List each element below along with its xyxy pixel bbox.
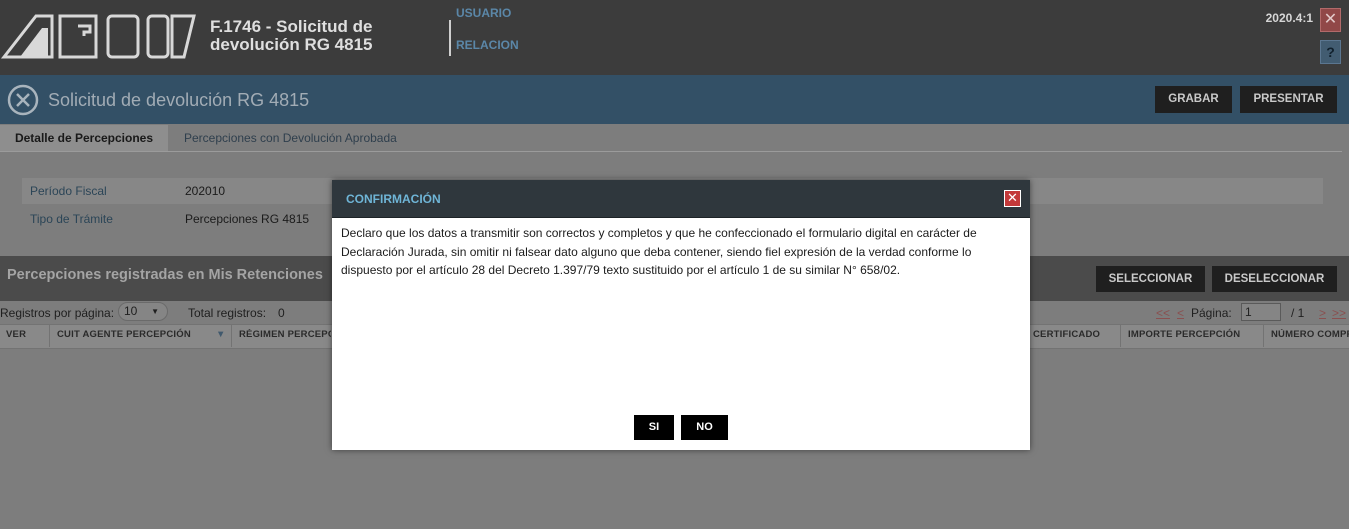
tramite-value: Percepciones RG 4815 bbox=[185, 212, 310, 226]
app-title-line2: devolución RG 4815 bbox=[210, 35, 373, 54]
sort-down-icon[interactable]: ▼ bbox=[216, 329, 226, 340]
total-registros-label: Total registros: bbox=[188, 306, 267, 320]
col-ver[interactable]: VER bbox=[6, 329, 26, 340]
no-button[interactable]: NO bbox=[681, 415, 728, 440]
chevron-down-icon: ▼ bbox=[151, 307, 159, 316]
tab-divider bbox=[0, 151, 1342, 152]
deseleccionar-button[interactable]: DESELECCIONAR bbox=[1212, 266, 1337, 292]
version-label: 2020.4:1 bbox=[1265, 11, 1313, 25]
periodo-label: Período Fiscal bbox=[30, 184, 107, 198]
tab-devolucion-aprobada[interactable]: Percepciones con Devolución Aprobada bbox=[184, 131, 397, 145]
col-numero-comprobante[interactable]: NÚMERO COMPROBANTE bbox=[1271, 329, 1349, 340]
pager-prev[interactable]: < bbox=[1177, 306, 1184, 320]
page-input[interactable]: 1 bbox=[1241, 303, 1281, 321]
pager-first[interactable]: << bbox=[1156, 306, 1170, 320]
dialog-title: CONFIRMACIÓN bbox=[346, 192, 441, 206]
col-cuit-agente[interactable]: CUIT AGENTE PERCEPCIÓN bbox=[57, 329, 191, 340]
header-divider bbox=[449, 20, 451, 56]
grabar-button[interactable]: GRABAR bbox=[1155, 86, 1232, 113]
dialog-message: Declaro que los datos a transmitir son c… bbox=[341, 226, 977, 277]
close-icon[interactable]: ✕ bbox=[1320, 8, 1341, 32]
presentar-button[interactable]: PRESENTAR bbox=[1240, 86, 1337, 113]
registros-select-value: 10 bbox=[124, 304, 138, 318]
pagina-label: Página: bbox=[1191, 306, 1232, 320]
col-certificado[interactable]: CERTIFICADO bbox=[1033, 329, 1100, 340]
close-circle-icon[interactable] bbox=[7, 84, 39, 116]
nav-relacion[interactable]: RELACION bbox=[456, 38, 519, 52]
seleccionar-button[interactable]: SELECCIONAR bbox=[1096, 266, 1205, 292]
page-title: Solicitud de devolución RG 4815 bbox=[48, 90, 310, 110]
afip-logo bbox=[0, 14, 196, 59]
help-icon[interactable]: ? bbox=[1320, 40, 1341, 64]
pager-next[interactable]: > bbox=[1319, 306, 1326, 320]
section-title: Percepciones registradas en Mis Retencio… bbox=[7, 267, 323, 283]
nav-usuario[interactable]: USUARIO bbox=[456, 6, 511, 20]
column-separator bbox=[1120, 325, 1121, 347]
yes-button[interactable]: SI bbox=[634, 415, 674, 440]
tramite-label: Tipo de Trámite bbox=[30, 212, 113, 226]
app-header bbox=[0, 0, 1349, 75]
total-registros-value: 0 bbox=[278, 306, 285, 320]
registros-select[interactable]: 10 ▼ bbox=[118, 302, 168, 321]
registros-label: Registros por página: bbox=[0, 306, 115, 320]
column-separator bbox=[1263, 325, 1264, 347]
tab-detalle-percepciones[interactable]: Detalle de Percepciones bbox=[0, 125, 168, 152]
confirm-dialog: CONFIRMACIÓN ✕ Declaro que los datos a t… bbox=[332, 180, 1030, 450]
column-separator bbox=[49, 325, 50, 347]
pager-last[interactable]: >> bbox=[1332, 306, 1346, 320]
col-importe[interactable]: IMPORTE PERCEPCIÓN bbox=[1128, 329, 1240, 340]
col-regimen[interactable]: RÉGIMEN PERCEPCIÓN bbox=[239, 329, 331, 340]
page-total: / 1 bbox=[1291, 306, 1305, 320]
dialog-header: CONFIRMACIÓN ✕ bbox=[332, 180, 1030, 218]
app-title-line1: F.1746 - Solicitud de bbox=[210, 17, 373, 36]
periodo-value: 202010 bbox=[185, 184, 226, 198]
dialog-close-icon[interactable]: ✕ bbox=[1004, 190, 1021, 207]
column-separator bbox=[231, 325, 232, 347]
app-title: F.1746 - Solicitud de devolución RG 4815 bbox=[210, 18, 373, 54]
